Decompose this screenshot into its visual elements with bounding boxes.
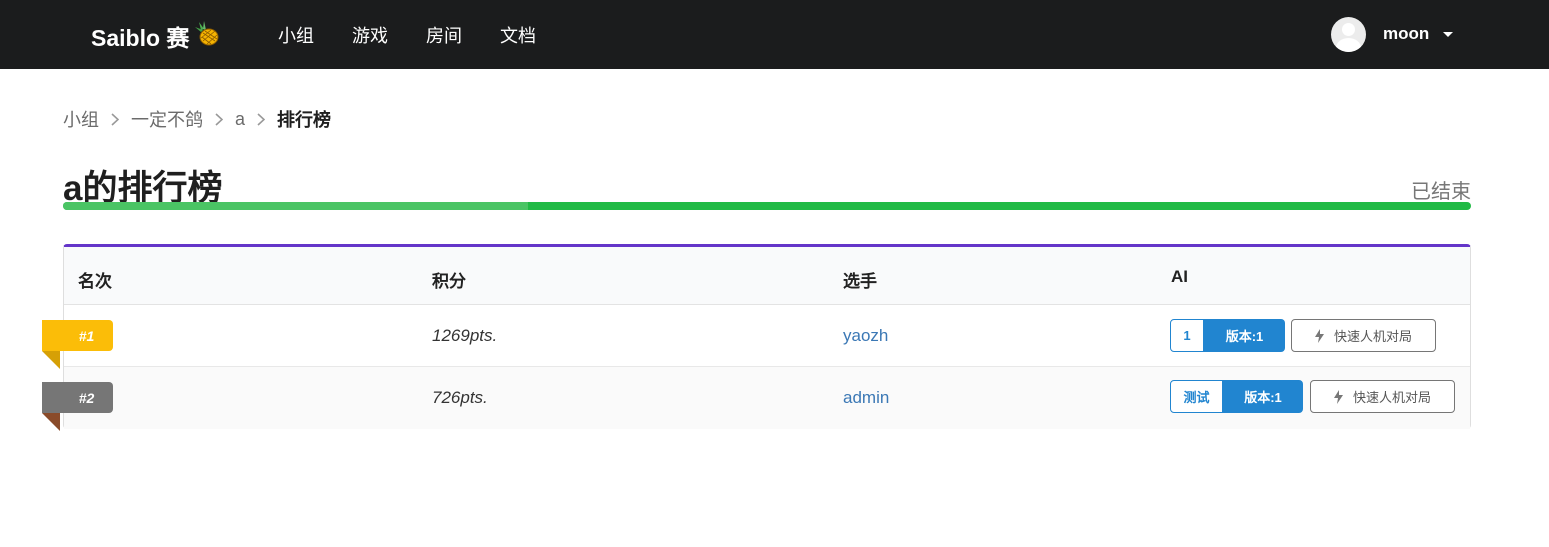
quick-match-button[interactable]: 快速人机对局 xyxy=(1310,380,1455,413)
ai-version-group[interactable]: 测试 版本:1 xyxy=(1170,380,1303,413)
ai-name-button[interactable]: 1 xyxy=(1170,319,1204,352)
rank-label: #1 xyxy=(78,327,95,344)
table-header: 名次 积分 选手 AI xyxy=(64,247,1470,305)
pineapple-icon xyxy=(193,19,221,53)
chevron-right-icon xyxy=(215,112,223,126)
nav-item-groups[interactable]: 小组 xyxy=(278,22,314,48)
brand-logo[interactable]: Saiblo 赛 xyxy=(91,19,221,53)
chevron-right-icon xyxy=(111,112,119,126)
ai-version-group[interactable]: 1 版本:1 xyxy=(1170,319,1285,352)
header-player: 选手 xyxy=(843,272,877,291)
user-menu[interactable]: moon xyxy=(1331,16,1454,52)
leaderboard-table: 名次 积分 选手 AI #1 1269pts. yaozh 1 版本:1 快速人… xyxy=(42,244,1471,431)
quick-match-button[interactable]: 快速人机对局 xyxy=(1291,319,1436,352)
progress-segment xyxy=(63,202,528,210)
header-rank: 名次 xyxy=(78,272,112,291)
nav-item-rooms[interactable]: 房间 xyxy=(426,22,462,48)
nav-item-docs[interactable]: 文档 xyxy=(500,22,536,48)
nav-item-games[interactable]: 游戏 xyxy=(352,22,388,48)
ai-version-button[interactable]: 版本:1 xyxy=(1204,319,1285,352)
top-navbar: Saiblo 赛 小组 游戏 房间 文档 moon xyxy=(0,0,1549,69)
brand-name: Saiblo 赛 xyxy=(91,25,190,51)
chevron-right-icon xyxy=(257,112,266,126)
rank-ribbon: #1 xyxy=(42,320,113,369)
progress-bar xyxy=(63,202,1471,210)
quick-match-label: 快速人机对局 xyxy=(1333,329,1412,344)
lightning-icon xyxy=(1314,328,1324,343)
ai-name-button[interactable]: 测试 xyxy=(1170,380,1223,413)
header-ai: AI xyxy=(1171,267,1188,286)
rank-ribbon: #2 xyxy=(42,382,113,431)
table-row: #1 1269pts. yaozh 1 版本:1 快速人机对局 xyxy=(42,305,1470,369)
breadcrumb: 小组 一定不鸽 a 排行榜 xyxy=(63,106,331,132)
breadcrumb-groups[interactable]: 小组 xyxy=(63,106,99,132)
breadcrumb-contest[interactable]: a xyxy=(235,109,245,130)
player-link[interactable]: admin xyxy=(843,388,889,408)
points-value: 1269pts. xyxy=(432,326,498,345)
rank-label: #2 xyxy=(78,389,95,406)
points-value: 726pts. xyxy=(432,388,488,407)
breadcrumb-leaderboard: 排行榜 xyxy=(277,110,332,130)
username: moon xyxy=(1383,24,1430,43)
player-link[interactable]: yaozh xyxy=(843,326,888,346)
ribbon-fold xyxy=(42,413,60,431)
breadcrumb-group-name[interactable]: 一定不鸽 xyxy=(131,106,203,132)
quick-match-label: 快速人机对局 xyxy=(1352,390,1431,405)
avatar xyxy=(1331,16,1366,52)
ai-version-button[interactable]: 版本:1 xyxy=(1223,380,1303,413)
status-text: 已结束 xyxy=(1411,181,1471,203)
table-row: #2 726pts. admin 测试 版本:1 快速人机对局 xyxy=(42,367,1470,431)
lightning-icon xyxy=(1333,389,1343,404)
header-points: 积分 xyxy=(432,272,466,291)
main-nav: 小组 游戏 房间 文档 xyxy=(278,0,574,69)
ribbon-fold xyxy=(42,351,60,369)
chevron-down-icon xyxy=(1443,31,1454,37)
